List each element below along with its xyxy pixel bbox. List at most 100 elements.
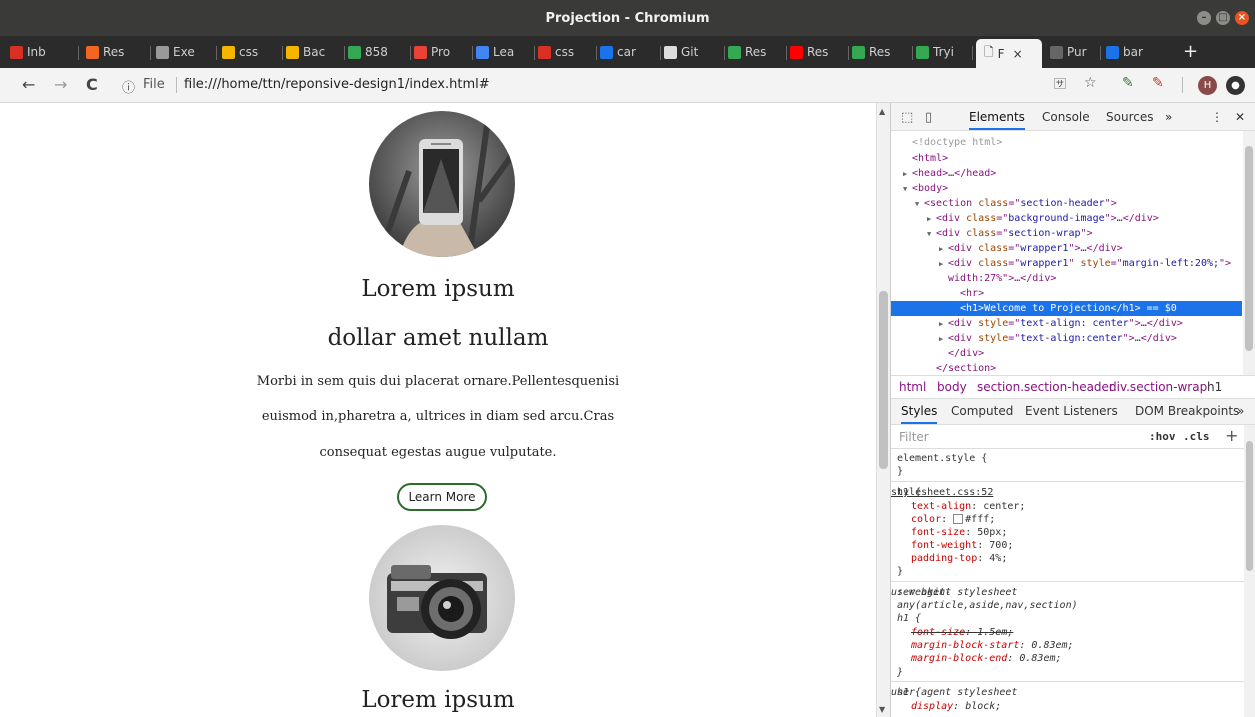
address-bar[interactable]: file:///home/ttn/reponsive-design1/index… [184, 77, 490, 92]
extension-icon[interactable]: ✎ [1152, 75, 1164, 91]
back-button[interactable]: ← [22, 76, 35, 94]
dom-node[interactable]: ▼ <body> [891, 181, 948, 196]
dom-node[interactable]: ▶ <head>…</head> [891, 166, 996, 181]
dom-node[interactable]: width:27%">…</div> [891, 271, 1056, 286]
expand-arrow-icon[interactable]: ▶ [939, 257, 948, 272]
class-toggle[interactable]: .cls [1183, 430, 1210, 443]
tab-item[interactable]: 858 [348, 41, 408, 63]
browser-menu-icon[interactable]: ● [1226, 76, 1245, 95]
devtools-close-icon[interactable]: ✕ [1235, 110, 1245, 124]
expand-arrow-icon[interactable]: ▼ [927, 227, 936, 242]
expand-arrow-icon[interactable]: ▶ [927, 212, 936, 227]
forward-button[interactable]: → [54, 76, 67, 94]
learn-more-button[interactable]: Learn More [397, 483, 487, 511]
tab-styles[interactable]: Styles [901, 404, 938, 424]
style-declaration[interactable]: font-size: 1.5em; [911, 627, 1013, 639]
dom-node[interactable]: <html> [891, 151, 948, 166]
more-subtabs-button[interactable]: » [1237, 404, 1244, 418]
tab-item[interactable]: css [538, 41, 594, 63]
site-info-icon[interactable]: ⓘ [122, 77, 135, 96]
page-scrollbar-thumb[interactable] [879, 291, 888, 469]
page-scrollbar[interactable]: ▲ ▼ [876, 103, 890, 717]
tab-item[interactable]: Git [664, 41, 722, 63]
tab-item[interactable]: Pur [1050, 41, 1098, 63]
tab-item[interactable]: bar [1106, 41, 1166, 63]
breadcrumb-item[interactable]: body [937, 380, 967, 394]
inspect-element-icon[interactable]: ⬚ [901, 110, 913, 125]
dom-node[interactable]: ▼ <section class="section-header"> [891, 196, 1117, 211]
device-toolbar-icon[interactable]: ▯ [925, 110, 932, 125]
dom-node[interactable]: </section> [891, 361, 996, 375]
expand-arrow-icon[interactable]: ▼ [903, 182, 912, 197]
dom-node[interactable]: <hr> [891, 286, 984, 301]
style-declaration[interactable]: text-align: center; [911, 501, 1025, 513]
tab-item[interactable]: Res [728, 41, 784, 63]
dom-node[interactable]: ▶ <div class="wrapper1">…</div> [891, 241, 1123, 256]
breadcrumb-item[interactable]: h1 [1207, 380, 1222, 394]
dom-node[interactable]: ▶ <div style="text-align: center">…</div> [891, 316, 1183, 331]
scroll-up-arrow-icon[interactable]: ▲ [879, 107, 885, 116]
color-swatch-icon[interactable] [953, 514, 964, 524]
tab-close-icon[interactable]: × [1013, 47, 1023, 61]
breadcrumb-item[interactable]: div.section-wrap [1109, 380, 1207, 394]
hover-state-toggle[interactable]: :hov [1149, 430, 1176, 443]
expand-arrow-icon[interactable]: ▶ [939, 242, 948, 257]
tab-console[interactable]: Console [1042, 110, 1090, 124]
styles-filter-input[interactable]: Filter [899, 430, 929, 444]
style-declaration[interactable]: font-weight: 700; [911, 540, 1013, 552]
dom-scrollbar-thumb[interactable] [1245, 146, 1253, 351]
close-window-button[interactable]: × [1235, 11, 1249, 25]
devtools-menu-icon[interactable]: ⋮ [1211, 110, 1223, 124]
tab-dom-breakpoints[interactable]: DOM Breakpoints [1135, 404, 1239, 418]
tab-elements[interactable]: Elements [969, 110, 1025, 130]
bookmark-star-icon[interactable]: ☆ [1084, 75, 1097, 91]
maximize-button[interactable]: □ [1216, 11, 1230, 25]
tab-item[interactable]: Inb [10, 41, 76, 63]
expand-arrow-icon[interactable]: ▶ [939, 317, 948, 332]
dom-node[interactable]: ▼ <div class="section-wrap"> [891, 226, 1093, 241]
dom-node[interactable]: </div> [891, 346, 984, 361]
dom-node[interactable]: ▶ <div class="background-image">…</div> [891, 211, 1159, 226]
tab-active-projection[interactable]: 🗋 F × [976, 39, 1042, 68]
new-style-rule-button[interactable]: + [1225, 426, 1238, 445]
tab-item[interactable]: Exe [156, 41, 214, 63]
style-declaration[interactable]: padding-top: 4%; [911, 553, 1007, 565]
tab-item[interactable]: css [222, 41, 280, 63]
dom-node[interactable]: ▶ <div style="text-align:center">…</div> [891, 331, 1177, 346]
style-declaration[interactable]: display: block; [911, 701, 1001, 713]
dom-node-selected[interactable]: <h1>Welcome to Projection</h1> == $0 [891, 301, 1242, 316]
tab-item[interactable]: Res [790, 41, 846, 63]
more-tabs-button[interactable]: » [1165, 110, 1172, 124]
dom-tree-scrollbar[interactable] [1243, 131, 1255, 375]
dom-node[interactable]: ▶ <div class="wrapper1" style="margin-lef… [891, 256, 1231, 271]
tab-item[interactable]: Tryi [916, 41, 970, 63]
style-declaration[interactable]: margin-block-end: 0.83em; [911, 653, 1062, 665]
styles-scrollbar-thumb[interactable] [1246, 441, 1253, 571]
scroll-down-arrow-icon[interactable]: ▼ [879, 705, 885, 714]
tab-item[interactable]: Res [852, 41, 910, 63]
style-declaration[interactable]: margin-block-start: 0.83em; [911, 640, 1074, 652]
tab-item[interactable]: Bac [286, 41, 342, 63]
tab-event-listeners[interactable]: Event Listeners [1025, 404, 1118, 418]
reload-button[interactable]: C [86, 76, 98, 94]
tab-sources[interactable]: Sources [1106, 110, 1153, 124]
expand-arrow-icon[interactable]: ▶ [939, 332, 948, 347]
breadcrumb-item[interactable]: section.section-header [977, 380, 1114, 394]
tab-computed[interactable]: Computed [951, 404, 1013, 418]
breadcrumb-item[interactable]: html [899, 380, 926, 394]
new-tab-button[interactable]: + [1183, 41, 1198, 63]
style-declaration[interactable]: font-size: 50px; [911, 527, 1007, 539]
expand-arrow-icon[interactable]: ▼ [915, 197, 924, 212]
tab-item[interactable]: car [600, 41, 658, 63]
minimize-button[interactable]: – [1197, 11, 1211, 25]
expand-arrow-icon[interactable]: ▶ [903, 167, 912, 182]
dom-node[interactable]: <!doctype html> [891, 135, 1002, 150]
color-picker-extension-icon[interactable]: ✎ [1122, 75, 1134, 91]
translate-icon[interactable]: 🈂 [1054, 75, 1066, 92]
tab-item[interactable]: Pro [414, 41, 470, 63]
profile-avatar[interactable]: H [1198, 76, 1217, 95]
style-declaration[interactable]: color: #fff; [911, 514, 995, 526]
styles-scrollbar[interactable] [1244, 425, 1255, 717]
tab-item[interactable]: Res [86, 41, 148, 63]
tab-item[interactable]: Lea [476, 41, 532, 63]
